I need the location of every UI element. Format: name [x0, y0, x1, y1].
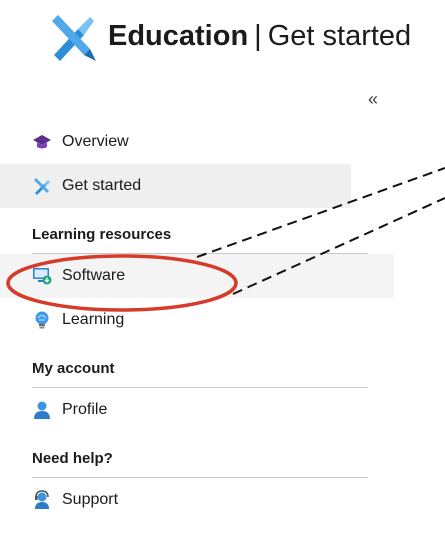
sidebar-item-get-started[interactable]: Get started [0, 164, 351, 208]
sidebar-item-label: Profile [62, 401, 108, 418]
user-icon [34, 401, 50, 419]
sidebar-item-overview[interactable]: Overview [0, 120, 368, 164]
education-logo-icon [52, 15, 96, 61]
brand-name: Education [108, 19, 249, 52]
sidebar-item-learning[interactable]: Learning [0, 298, 368, 342]
sidebar-item-label: Overview [62, 133, 129, 150]
title-separator: | [254, 19, 262, 52]
tools-icon [34, 178, 50, 195]
sidebar-item-profile[interactable]: Profile [0, 388, 368, 432]
group-title-learning-resources: Learning resources [32, 208, 368, 254]
graduation-cap-icon [33, 135, 51, 149]
sidebar-item-label: Learning [62, 311, 125, 328]
lightbulb-icon [35, 311, 49, 329]
sidebar-item-label: Support [62, 491, 119, 508]
support-agent-icon [35, 490, 49, 509]
sidebar-item-software[interactable]: Software [0, 254, 394, 298]
group-title-need-help: Need help? [32, 432, 368, 478]
sidebar-nav: Overview Get started Learning resources … [0, 120, 394, 522]
sidebar-item-label: Software [62, 267, 126, 284]
collapse-menu-button[interactable]: « [368, 90, 378, 108]
software-download-icon [33, 268, 52, 285]
page-name: Get started [267, 19, 412, 52]
group-title-my-account: My account [32, 342, 368, 388]
sidebar-item-support[interactable]: Support [0, 478, 368, 522]
page-header: Education | Get started [44, 8, 411, 64]
page-title: Education | Get started [108, 20, 411, 53]
sidebar-item-label: Get started [62, 177, 142, 194]
